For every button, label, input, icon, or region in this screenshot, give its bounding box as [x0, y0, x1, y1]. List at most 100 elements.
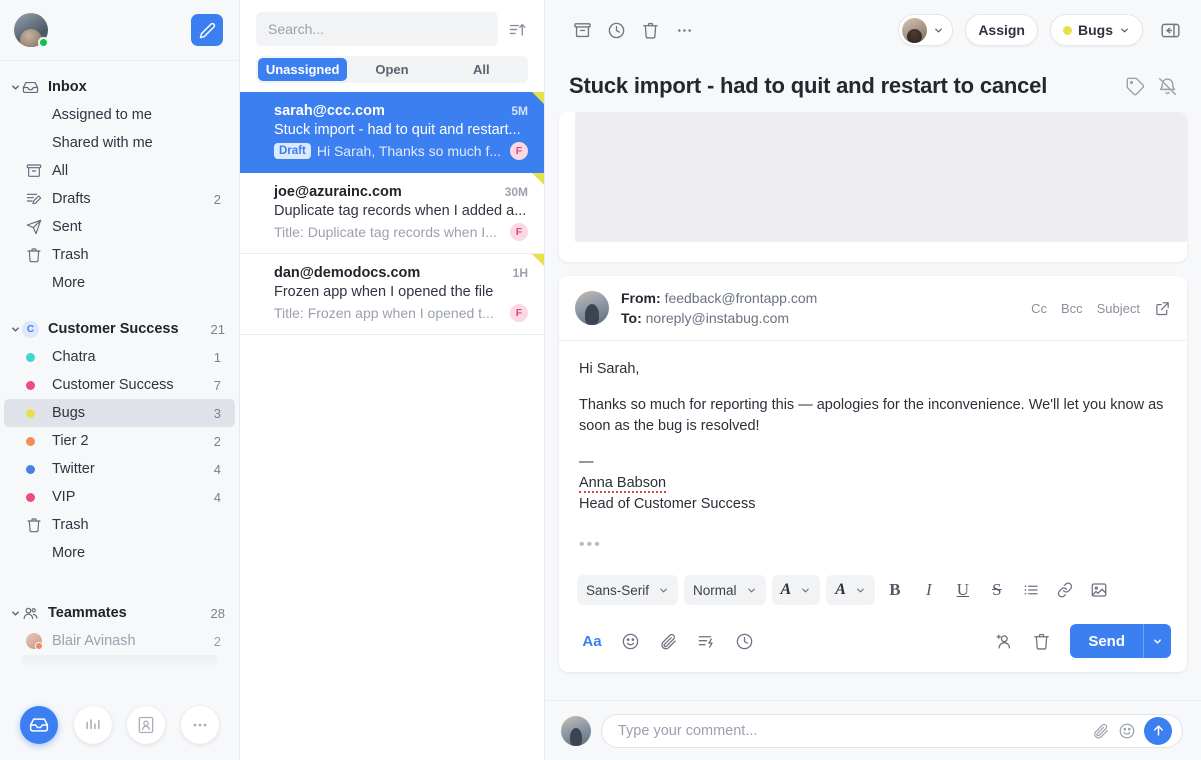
sidebar-item-assigned-to-me[interactable]: Assigned to me [4, 101, 235, 129]
channel-avatar: F [510, 142, 528, 160]
sidebar-item-more[interactable]: More [4, 269, 235, 297]
text-highlight-select[interactable]: A [826, 575, 875, 605]
list-item[interactable]: sarah@ccc.com 5M Stuck import - had to q… [240, 92, 544, 173]
paperclip-icon[interactable] [653, 626, 683, 656]
sidebar-group-label: Teammates [48, 605, 127, 621]
from-row[interactable]: From: feedback@frontapp.com [621, 288, 1031, 308]
chevron-down-icon [747, 588, 755, 592]
list-item[interactable]: dan@demodocs.com 1H Frozen app when I op… [240, 254, 544, 335]
send-button-label: Send [1088, 632, 1125, 650]
italic-button[interactable]: I [915, 576, 943, 604]
sidebar-item-shared-with-me[interactable]: Shared with me [4, 129, 235, 157]
send-button[interactable]: Send [1070, 624, 1171, 658]
pop-out-icon[interactable] [1154, 300, 1171, 317]
sidebar-group-inbox[interactable]: Inbox [0, 73, 239, 101]
compose-button[interactable] [191, 14, 223, 46]
list-item-preview: Title: Frozen app when I opened t... [274, 305, 494, 321]
sidebar-item-sent[interactable]: Sent [4, 213, 235, 241]
sidebar-bottom-nav [0, 672, 239, 760]
bcc-button[interactable]: Bcc [1061, 301, 1083, 316]
sidebar-item-all[interactable]: All [4, 157, 235, 185]
sidebar-item-twitter[interactable]: Twitter 4 [4, 455, 235, 483]
chevron-down-icon[interactable] [8, 324, 22, 335]
sidebar-item-chatra[interactable]: Chatra 1 [4, 343, 235, 371]
contacts-nav-icon[interactable] [127, 706, 166, 744]
send-options-chevron-down-icon[interactable] [1143, 624, 1171, 658]
subject-button[interactable]: Subject [1097, 301, 1140, 316]
tab-all[interactable]: All [437, 58, 526, 81]
tab-unassigned[interactable]: Unassigned [258, 58, 348, 81]
more-horizontal-icon[interactable] [669, 15, 699, 45]
sidebar-item-cs-more[interactable]: More [4, 539, 235, 567]
assign-button[interactable]: Assign [965, 14, 1038, 46]
analytics-nav-icon[interactable] [73, 706, 112, 744]
trash-icon[interactable] [635, 15, 665, 45]
sidebar-item-customer-success[interactable]: Customer Success 7 [4, 371, 235, 399]
discard-draft-icon[interactable] [1026, 626, 1056, 656]
sidebar-item-drafts[interactable]: Drafts 2 [4, 185, 235, 213]
archive-icon[interactable] [567, 15, 597, 45]
font-family-select[interactable]: Sans-Serif [577, 575, 679, 605]
composer-body[interactable]: Hi Sarah, Thanks so much for reporting t… [559, 341, 1187, 566]
emoji-icon[interactable] [1118, 722, 1136, 740]
list-item[interactable]: joe@azurainc.com 30M Duplicate tag recor… [240, 173, 544, 254]
thread-scroll-area[interactable]: From: feedback@frontapp.com To: noreply@… [545, 112, 1201, 700]
sidebar-item-trash[interactable]: Trash [4, 241, 235, 269]
more-nav-icon[interactable] [181, 706, 220, 744]
trash-icon [26, 247, 52, 263]
formatting-toggle-button[interactable]: Aa [577, 626, 607, 656]
text-style-select[interactable]: Normal [684, 575, 766, 605]
sidebar-item-count: 2 [213, 433, 221, 449]
assignee-avatar [902, 17, 928, 43]
tag-dot-icon [26, 436, 52, 446]
sort-ascending-icon[interactable] [506, 18, 528, 40]
comment-input-wrapper[interactable] [601, 713, 1183, 748]
add-person-icon[interactable] [988, 626, 1018, 656]
inbox-nav-icon[interactable] [19, 706, 58, 744]
chevron-down-icon[interactable] [8, 82, 22, 93]
sidebar-item-vip[interactable]: VIP 4 [4, 483, 235, 511]
cc-button[interactable]: Cc [1031, 301, 1047, 316]
tab-open[interactable]: Open [347, 58, 436, 81]
tag-icon[interactable] [1119, 70, 1151, 102]
to-label: To: [621, 310, 642, 326]
list-search-row [240, 0, 544, 46]
chevron-down-icon[interactable] [8, 608, 22, 619]
strikethrough-button[interactable]: S [983, 576, 1011, 604]
user-avatar[interactable] [14, 13, 49, 48]
tag-selector[interactable]: Bugs [1050, 14, 1143, 46]
sidebar-item-tier-2[interactable]: Tier 2 2 [4, 427, 235, 455]
sidebar-group-customer-success[interactable]: C Customer Success 21 [0, 315, 239, 343]
quoted-text-toggle[interactable]: ••• [579, 530, 1167, 556]
to-row[interactable]: To: noreply@instabug.com [621, 308, 1031, 328]
link-icon[interactable] [1051, 576, 1079, 604]
comment-input[interactable] [618, 722, 1084, 739]
text-color-select[interactable]: A [771, 575, 821, 605]
assignee-selector[interactable] [898, 14, 954, 46]
sidebar-item-bugs[interactable]: Bugs 3 [4, 399, 235, 427]
comment-send-arrow-up-icon[interactable] [1144, 716, 1172, 745]
list-item-sender: joe@azurainc.com [274, 184, 402, 200]
paperclip-icon[interactable] [1092, 722, 1110, 740]
clock-icon[interactable] [729, 626, 759, 656]
search-input[interactable] [256, 12, 498, 46]
bold-button[interactable]: B [881, 576, 909, 604]
canned-response-icon[interactable] [691, 626, 721, 656]
bullet-list-icon[interactable] [1017, 576, 1045, 604]
list-item-preview: Hi Sarah, Thanks so much f... [316, 143, 501, 159]
emoji-icon[interactable] [615, 626, 645, 656]
sidebar-item-cs-trash[interactable]: Trash [4, 511, 235, 539]
sidebar-item-label: More [52, 545, 86, 561]
list-item-subject: Duplicate tag records when I added a... [274, 203, 527, 219]
clock-icon[interactable] [601, 15, 631, 45]
toggle-panel-icon[interactable] [1155, 15, 1185, 45]
bell-off-icon[interactable] [1151, 70, 1183, 102]
image-icon[interactable] [1085, 576, 1113, 604]
sidebar-item-blair-avinash[interactable]: Blair Avinash 2 [4, 627, 235, 655]
sidebar-group-teammates[interactable]: Teammates 28 [0, 599, 239, 627]
sidebar-group-label: Inbox [48, 79, 87, 95]
underline-button[interactable]: U [949, 576, 977, 604]
sidebar-group-label: Customer Success [48, 321, 179, 337]
sidebar-item-count: 2 [213, 191, 221, 207]
tag-dot-icon [26, 492, 52, 502]
